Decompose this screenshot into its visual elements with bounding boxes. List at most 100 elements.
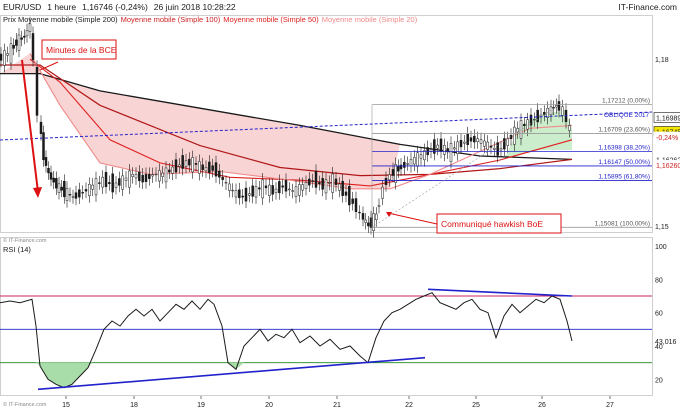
candle-body [241, 195, 244, 198]
candle-body [188, 158, 191, 166]
candle-body [178, 164, 181, 167]
bce-arrow [21, 59, 39, 193]
candle-body [211, 165, 214, 171]
x-tick-label: 22 [405, 402, 413, 409]
candle-body [271, 185, 274, 195]
candle-body [344, 191, 348, 196]
fib-level-label: 1,16709 (23,60%) [598, 127, 650, 134]
candle-body [194, 163, 198, 165]
candle-body [248, 193, 251, 196]
candle-body [254, 186, 258, 198]
candle-body [261, 179, 264, 199]
candle-body [184, 160, 188, 167]
candle-body [141, 174, 144, 183]
candle-body [0, 53, 3, 61]
candle-body [384, 178, 388, 185]
rsi-line [0, 292, 573, 389]
candle-body [134, 173, 138, 179]
rsi-last-value: 43,016 [655, 339, 677, 346]
candle-body [409, 158, 413, 167]
candle-body [201, 164, 204, 171]
candle-body [463, 141, 466, 144]
candle-body [244, 187, 248, 202]
candle-body [158, 170, 161, 182]
candle-body [151, 174, 154, 177]
candle-body [25, 30, 29, 37]
candle-body [91, 184, 94, 190]
candle-body [308, 178, 311, 186]
candle-body [503, 138, 506, 150]
rsi-title: RSI (14) [3, 245, 31, 254]
candle-body [304, 182, 308, 189]
rsi-resistance-trendline [427, 288, 573, 297]
candle-body [168, 169, 171, 173]
candle-body [23, 35, 26, 38]
candle-body [536, 109, 539, 123]
candle-body [28, 23, 32, 32]
rsi-y-tick: 100 [655, 244, 667, 251]
candle-body [473, 135, 476, 143]
candle-body [459, 140, 463, 148]
price-y-tick: 1,15 [655, 224, 669, 231]
fib-level-label: 1,16398 (38,20%) [598, 144, 650, 151]
candle-body [124, 177, 128, 181]
candle-body [84, 189, 88, 192]
candle-body [231, 189, 234, 192]
candle-body [403, 161, 406, 168]
candle-body [361, 213, 365, 220]
header-last-price: 1,16746 (-0,24%) [82, 2, 148, 12]
candle-body [443, 145, 446, 155]
x-tick-label: 27 [606, 402, 614, 409]
candle-body [449, 143, 453, 162]
candle-body [298, 184, 301, 196]
candle-body [493, 148, 496, 150]
candle-body [57, 183, 61, 193]
candle-body [60, 186, 63, 191]
candle-body [523, 124, 526, 127]
candle-body [375, 213, 378, 221]
candle-body [154, 173, 158, 176]
candle-body [351, 198, 354, 204]
candle-body [291, 190, 294, 192]
candle-body [324, 179, 328, 194]
candle-body [416, 152, 419, 167]
candle-body [6, 53, 9, 56]
copyright-top: © IT-Finance.com [3, 237, 47, 244]
candle-body [94, 178, 98, 196]
candle-body [258, 187, 261, 190]
candle-body [338, 183, 341, 191]
candle-body [128, 170, 131, 188]
candle-body [278, 181, 281, 194]
candle-body [513, 126, 516, 145]
candle-body [164, 167, 168, 183]
candle-body [519, 120, 523, 139]
bce-arrow-head [33, 187, 42, 198]
candle-body [284, 180, 288, 192]
candle-body [63, 180, 66, 198]
candle-body [81, 192, 84, 194]
candle-body [228, 183, 231, 191]
candle-body [121, 175, 124, 190]
candle-body [131, 173, 134, 177]
chart-canvas: 1,17212 (0,00%) 1,16709 (23,60%) 1,16398 (… [0, 2, 680, 409]
candle-body [39, 121, 43, 135]
candle-body [20, 37, 23, 40]
candle-body [456, 141, 459, 155]
candle-body [413, 156, 416, 165]
candle-body [318, 182, 321, 184]
candle-body [476, 138, 479, 142]
candle-body [367, 222, 370, 227]
candle-body [381, 186, 384, 199]
candle-body [294, 186, 298, 197]
candle-body [17, 34, 21, 51]
candle-body [388, 174, 391, 181]
candle-body [436, 144, 439, 149]
candle-body [42, 132, 45, 161]
candle-body [221, 176, 224, 180]
candle-body [251, 185, 254, 197]
hawkish-connector [387, 212, 438, 225]
x-tick-label: 26 [538, 402, 546, 409]
candle-body [12, 45, 15, 49]
candle-body [78, 189, 81, 198]
candle-body [9, 43, 13, 64]
